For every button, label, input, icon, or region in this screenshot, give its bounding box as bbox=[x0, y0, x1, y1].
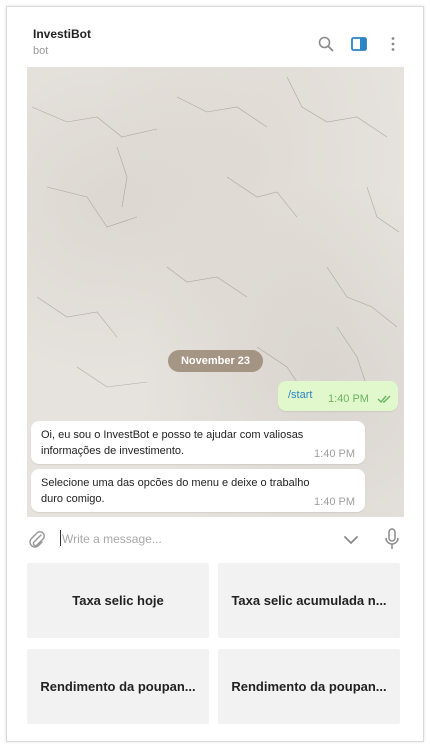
double-check-icon bbox=[377, 395, 391, 404]
keyboard-button-selic-acumulada[interactable]: Taxa selic acumulada n... bbox=[218, 563, 400, 638]
sidebar-toggle-icon[interactable] bbox=[350, 35, 368, 53]
more-vertical-icon[interactable] bbox=[384, 35, 402, 53]
chat-area: November 23 /start 1:40 PM Oi, eu sou o … bbox=[27, 67, 404, 517]
outgoing-message-text[interactable]: /start bbox=[288, 389, 312, 401]
message-time: 1:40 PM bbox=[314, 496, 355, 508]
keyboard-button-selic-hoje[interactable]: Taxa selic hoje bbox=[27, 563, 209, 638]
message-time: 1:40 PM bbox=[328, 393, 369, 405]
message-input[interactable]: Write a message... bbox=[62, 532, 162, 546]
message-time: 1:40 PM bbox=[314, 448, 355, 460]
outgoing-message[interactable]: /start 1:40 PM bbox=[278, 381, 398, 411]
chat-header: InvestiBot bot bbox=[7, 7, 423, 67]
keyboard-button-rendimento-poupanca-1[interactable]: Rendimento da poupan... bbox=[27, 649, 209, 724]
chat-subtitle: bot bbox=[33, 45, 49, 57]
date-separator: November 23 bbox=[168, 350, 263, 372]
keyboard-button-rendimento-poupanca-2[interactable]: Rendimento da poupan... bbox=[218, 649, 400, 724]
attach-icon[interactable] bbox=[27, 529, 47, 549]
search-icon[interactable] bbox=[317, 35, 335, 53]
chat-title[interactable]: InvestiBot bbox=[33, 27, 91, 41]
text-cursor bbox=[60, 530, 61, 546]
incoming-message[interactable]: Oi, eu sou o InvestBot e posso te ajudar… bbox=[31, 421, 365, 464]
app-window: InvestiBot bot November 23 /start 1:40 P… bbox=[6, 6, 424, 742]
incoming-message-text: Selecione uma das opcões do menu e deixe… bbox=[41, 477, 310, 505]
incoming-message[interactable]: Selecione uma das opcões do menu e deixe… bbox=[31, 469, 365, 512]
chevron-down-icon[interactable] bbox=[343, 535, 359, 545]
microphone-icon[interactable] bbox=[385, 528, 399, 550]
message-composer: Write a message... bbox=[7, 517, 423, 561]
incoming-message-text: Oi, eu sou o InvestBot e posso te ajudar… bbox=[41, 429, 304, 457]
